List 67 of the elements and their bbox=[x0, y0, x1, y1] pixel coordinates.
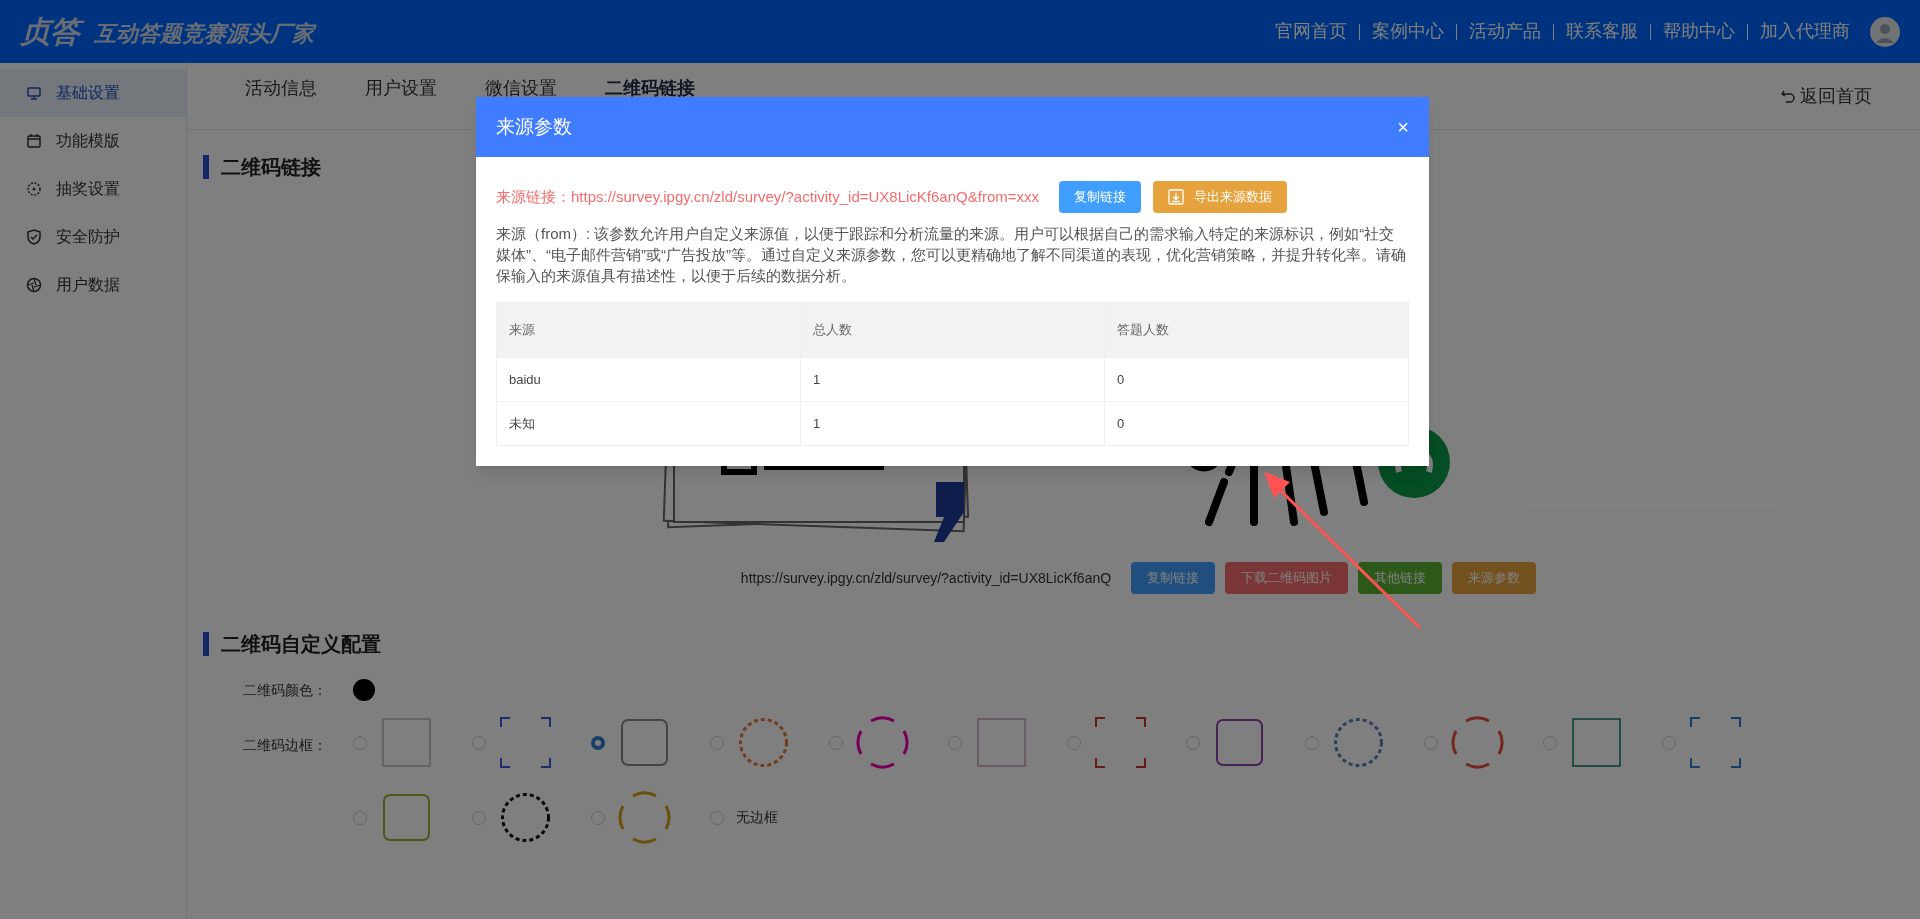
frame-thumbnail[interactable] bbox=[855, 715, 910, 770]
table-cell: 0 bbox=[1104, 401, 1409, 446]
action-button[interactable]: 复制链接 bbox=[1131, 562, 1216, 594]
table-cell: 0 bbox=[1104, 357, 1409, 402]
section-title: 二维码链接 bbox=[221, 155, 321, 180]
frame-thumbnail[interactable] bbox=[379, 715, 434, 770]
frame-thumbnail[interactable] bbox=[498, 790, 553, 845]
close-button[interactable]: × bbox=[1397, 117, 1409, 137]
frame-thumbnail[interactable] bbox=[1569, 715, 1624, 770]
sidebar-item[interactable]: 功能模版 bbox=[0, 117, 186, 165]
nav-link[interactable]: 案例中心 bbox=[1372, 18, 1444, 45]
slogan: 互动答题竞赛源头厂家 bbox=[94, 17, 318, 52]
column-header: 总人数 bbox=[800, 302, 1105, 358]
action-button[interactable]: 其他链接 bbox=[1358, 562, 1443, 594]
aperture-icon bbox=[26, 277, 42, 293]
tab[interactable]: 微信设置 bbox=[485, 75, 557, 102]
logo: 贞答 bbox=[20, 11, 86, 52]
back-link[interactable]: 返回首页 bbox=[1780, 82, 1872, 110]
source-link-text: 来源链接：https://survey.ipgy.cn/zld/survey/?activity_id=UX8LicKf6anQ&from=xxx bbox=[496, 186, 1039, 207]
sidebar-item[interactable]: 抽奖设置 bbox=[0, 165, 186, 213]
description-text: 来源（from）: 该参数允许用户自定义来源值，以便于跟踪和分析流量的来源。用户可以根据自己的需求输入特定的来源标识，例如“社交媒体”、“电子邮件营销”或“广告投放”等。通过自定义来源参数，您可以更精确地了解不同渠道的表现，优化营销策略，并提升转化率。请确保输入的来源值具有描述性，以便于后续的数据分析。 bbox=[496, 224, 1407, 286]
nav-link[interactable]: 帮助中心 bbox=[1663, 18, 1735, 45]
table-cell: 未知 bbox=[496, 401, 801, 446]
modal-title: 来源参数 bbox=[496, 114, 572, 139]
frame-thumbnail[interactable] bbox=[974, 715, 1029, 770]
frame-thumbnail[interactable] bbox=[1093, 715, 1148, 770]
frame-thumbnail[interactable] bbox=[617, 790, 672, 845]
section-title: 二维码自定义配置 bbox=[221, 632, 381, 657]
radio-button[interactable] bbox=[591, 735, 605, 750]
undo-icon bbox=[1780, 88, 1796, 104]
shield-icon bbox=[26, 229, 42, 245]
sidebar-item[interactable]: 用户数据 bbox=[0, 261, 186, 309]
download-icon bbox=[1168, 189, 1184, 205]
nav-link[interactable]: 联系客服 bbox=[1566, 18, 1638, 45]
action-button[interactable]: 来源参数 bbox=[1452, 562, 1537, 594]
dial-icon bbox=[26, 181, 42, 197]
section-marker bbox=[203, 155, 209, 179]
monitor-icon bbox=[26, 85, 42, 101]
copy-button[interactable]: 复制链接 bbox=[1059, 181, 1141, 213]
tab[interactable]: 二维码链接 bbox=[605, 75, 695, 102]
sidebar-item[interactable]: 安全防护 bbox=[0, 213, 186, 261]
tab[interactable]: 活动信息 bbox=[245, 75, 317, 102]
table-cell: 1 bbox=[800, 357, 1105, 402]
column-header: 来源 bbox=[496, 302, 801, 358]
color-swatch[interactable] bbox=[353, 679, 375, 701]
tab[interactable]: 用户设置 bbox=[365, 75, 437, 102]
action-button[interactable]: 下载二维码图片 bbox=[1225, 562, 1349, 594]
frame-thumbnail[interactable] bbox=[498, 715, 553, 770]
table-cell: baidu bbox=[496, 357, 801, 402]
option-label: 无边框 bbox=[736, 808, 778, 827]
avatar-icon[interactable] bbox=[1870, 16, 1900, 47]
frame-thumbnail[interactable] bbox=[1450, 715, 1505, 770]
export-button[interactable]: 导出来源数据 bbox=[1153, 181, 1287, 213]
section-marker bbox=[203, 632, 209, 656]
nav-link[interactable]: 官网首页 bbox=[1275, 18, 1347, 45]
sidebar-item[interactable]: 基础设置 bbox=[0, 69, 186, 117]
field-label: 二维码边框： bbox=[243, 736, 328, 755]
calendar-icon bbox=[26, 133, 42, 149]
field-label: 二维码颜色： bbox=[243, 680, 328, 700]
column-header: 答题人数 bbox=[1104, 302, 1409, 358]
nav-link[interactable]: 活动产品 bbox=[1469, 18, 1541, 45]
frame-thumbnail[interactable] bbox=[736, 715, 791, 770]
frame-thumbnail[interactable] bbox=[1688, 715, 1743, 770]
nav-link[interactable]: 加入代理商 bbox=[1760, 18, 1850, 45]
link-text: https://survey.ipgy.cn/zld/survey/?activity_id=UX8LicKf6anQ bbox=[740, 568, 1112, 588]
frame-thumbnail[interactable] bbox=[1331, 715, 1386, 770]
table-cell: 1 bbox=[800, 401, 1105, 446]
